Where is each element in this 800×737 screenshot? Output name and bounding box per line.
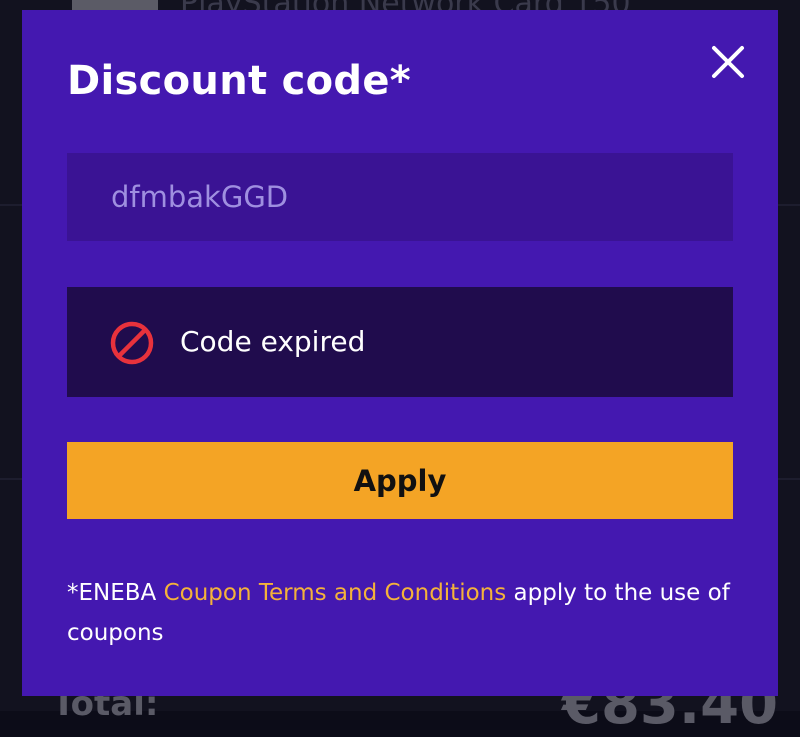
coupon-terms-note: *ENEBA Coupon Terms and Conditions apply… [67, 573, 747, 653]
prohibited-icon [110, 321, 154, 365]
discount-code-modal: Discount code* Code expired Apply *ENEBA… [22, 10, 778, 696]
discount-code-input[interactable] [67, 153, 733, 241]
error-message: Code expired [180, 325, 366, 358]
error-message-box: Code expired [67, 287, 733, 397]
close-button[interactable] [708, 42, 748, 82]
apply-button[interactable]: Apply [67, 442, 733, 519]
coupon-terms-link[interactable]: Coupon Terms and Conditions [164, 580, 507, 606]
close-icon [712, 46, 744, 78]
modal-title: Discount code* [67, 58, 411, 104]
terms-prefix: *ENEBA [67, 580, 164, 606]
